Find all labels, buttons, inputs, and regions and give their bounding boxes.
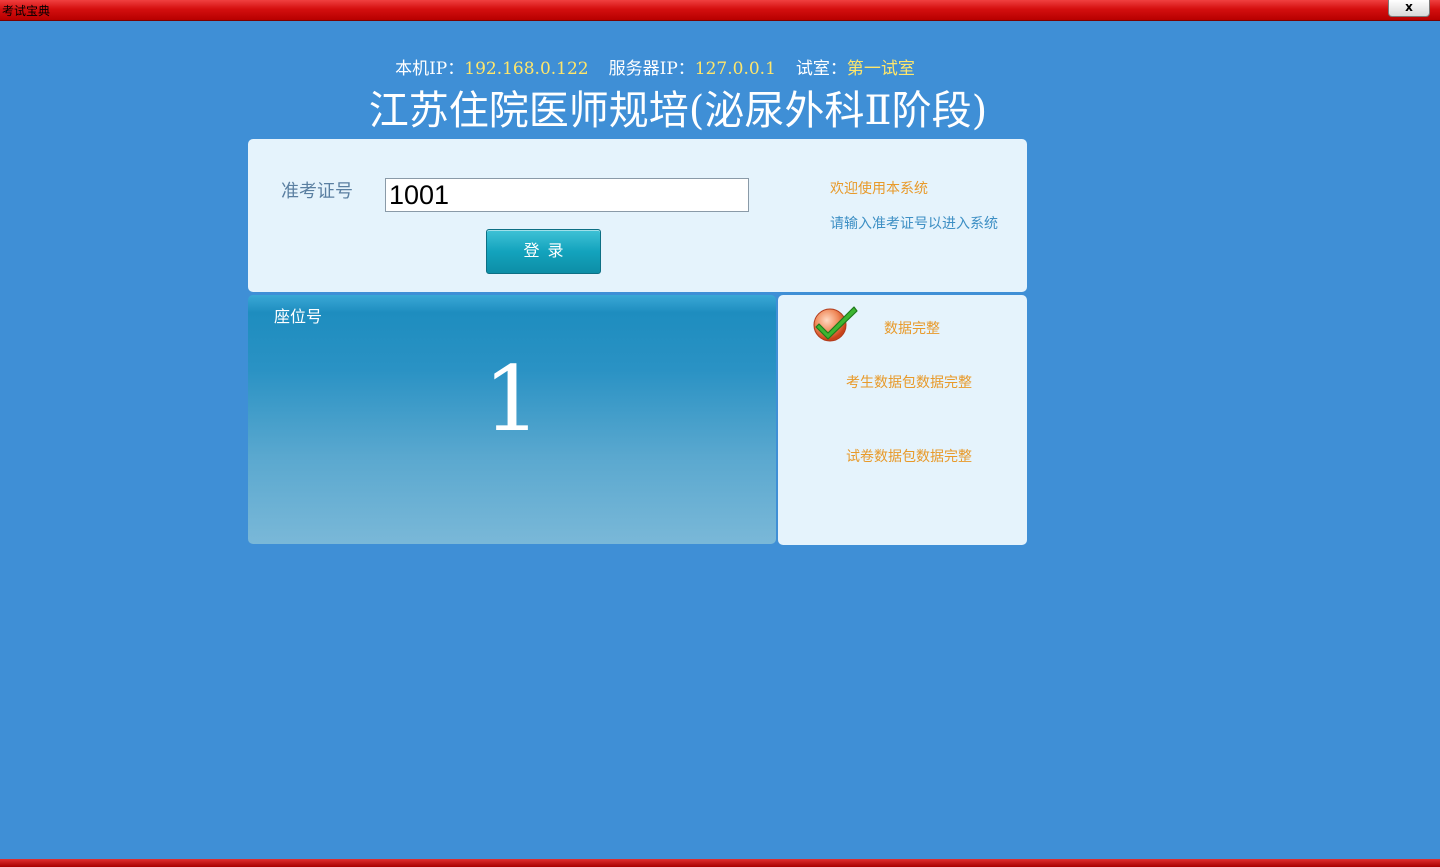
local-ip-label: 本机IP： <box>395 59 465 79</box>
student-package-status: 考生数据包数据完整 <box>846 375 972 391</box>
login-button[interactable]: 登录 <box>486 229 601 274</box>
data-status-panel: 数据完整 考生数据包数据完整 试卷数据包数据完整 <box>778 295 1027 545</box>
close-button[interactable]: x <box>1388 0 1430 17</box>
paper-package-status: 试卷数据包数据完整 <box>846 449 972 465</box>
seat-number-value: 1 <box>483 347 541 452</box>
server-ip-label: 服务器IP： <box>608 59 695 79</box>
data-complete-text: 数据完整 <box>884 321 940 337</box>
bottom-border <box>0 859 1440 867</box>
checkmark-icon <box>813 306 858 342</box>
window-title: 考试宝典 <box>2 4 51 18</box>
server-ip-value: 127.0.0.1 <box>694 59 776 79</box>
welcome-text: 欢迎使用本系统 <box>830 181 928 197</box>
room-label: 试室： <box>795 59 847 79</box>
title-bar: 考试宝典 x <box>0 0 1440 21</box>
login-hint-text: 请输入准考证号以进入系统 <box>830 216 998 232</box>
room-value: 第一试室 <box>846 59 915 79</box>
connection-info: 本机IP：192.168.0.122 服务器IP：127.0.0.1 试室：第一试室 <box>0 54 1310 79</box>
exam-title: 江苏住院医师规培(泌尿外科Ⅱ阶段) <box>368 88 988 134</box>
seat-panel: 座位号 1 <box>248 295 776 544</box>
seat-number-label: 座位号 <box>274 307 323 326</box>
local-ip-value: 192.168.0.122 <box>464 59 589 79</box>
ticket-number-input[interactable] <box>385 178 749 212</box>
ticket-number-label: 准考证号 <box>281 181 353 202</box>
login-panel: 准考证号 登录 欢迎使用本系统 请输入准考证号以进入系统 <box>248 139 1027 292</box>
